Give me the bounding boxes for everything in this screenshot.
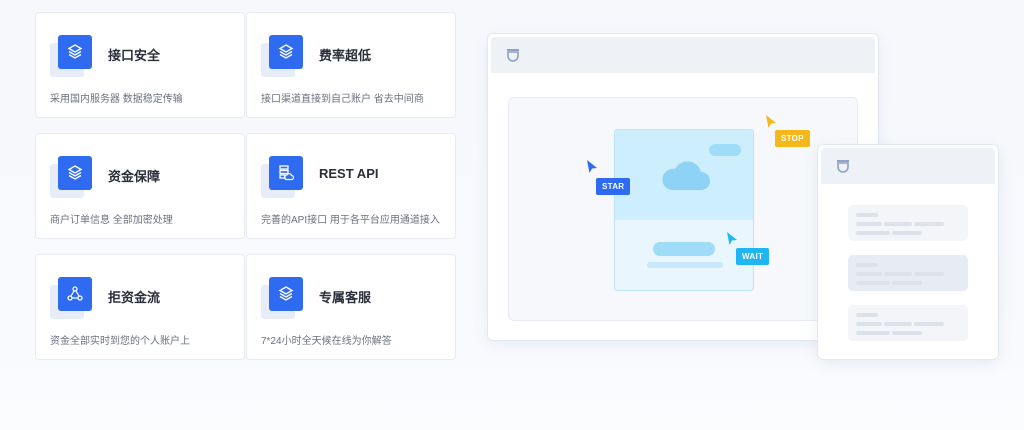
feature-title: 接口安全 <box>108 48 161 63</box>
layers-icon <box>58 156 92 190</box>
illustration-side-window <box>817 144 999 360</box>
feature-desc: 完善的API接口 用于各平台应用通道接入 <box>261 215 440 226</box>
shield-icon <box>507 49 519 62</box>
feature-title: 费率超低 <box>319 48 372 63</box>
feature-card-security: 接口安全 采用国内服务器 数据稳定传输 <box>35 12 245 118</box>
feature-desc: 接口渠道直接到自己账户 省去中间商 <box>261 94 424 105</box>
feature-card-fund-flow: 拒资金流 资金全部实时到您的个人账户上 <box>35 254 245 360</box>
list-item <box>848 305 968 341</box>
feature-card-fund-guarantee: 资金保障 商户订单信息 全部加密处理 <box>35 133 245 239</box>
cloud-icon <box>662 161 710 190</box>
layers-icon <box>269 277 303 311</box>
network-icon <box>58 277 92 311</box>
feature-title: 资金保障 <box>108 169 161 184</box>
feature-desc: 7*24小时全天候在线为你解答 <box>261 336 392 347</box>
feature-card-low-rate: 费率超低 接口渠道直接到自己账户 省去中间商 <box>246 12 456 118</box>
layers-icon <box>269 35 303 69</box>
server-cloud-icon <box>269 156 303 190</box>
feature-title: REST API <box>319 166 379 181</box>
list-item <box>848 255 968 291</box>
feature-title: 拒资金流 <box>108 290 161 305</box>
wait-tag: WAIT <box>736 248 770 265</box>
feature-card-support: 专属客服 7*24小时全天候在线为你解答 <box>246 254 456 360</box>
cursor-icon <box>727 232 737 245</box>
cursor-icon <box>766 115 776 128</box>
stop-tag: STOP <box>775 130 810 147</box>
feature-card-rest-api: REST API 完善的API接口 用于各平台应用通道接入 <box>246 133 456 239</box>
feature-desc: 采用国内服务器 数据稳定传输 <box>50 94 183 105</box>
feature-title: 专属客服 <box>319 290 372 305</box>
window-titlebar <box>821 148 995 184</box>
shield-icon <box>837 160 849 173</box>
feature-desc: 资金全部实时到您的个人账户上 <box>50 336 190 347</box>
window-titlebar <box>491 37 875 73</box>
layers-icon <box>58 35 92 69</box>
image-placeholder <box>614 129 754 291</box>
star-tag: STAR <box>596 178 631 195</box>
feature-desc: 商户订单信息 全部加密处理 <box>50 215 173 226</box>
cursor-icon <box>587 160 597 173</box>
list-item <box>848 205 968 241</box>
